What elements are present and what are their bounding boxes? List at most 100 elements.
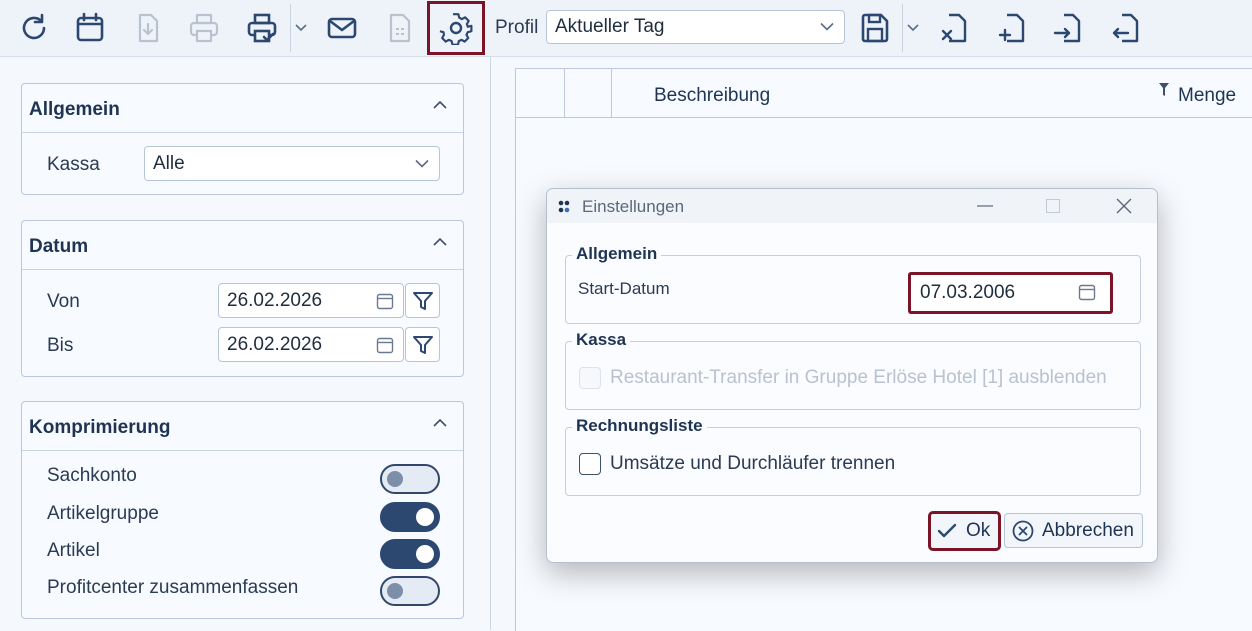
save-button[interactable] bbox=[850, 3, 900, 53]
bis-date-input[interactable]: 26.02.2026 bbox=[218, 327, 404, 362]
export-xls-icon bbox=[941, 13, 967, 43]
ok-button[interactable]: Ok bbox=[928, 511, 1001, 551]
download-icon bbox=[138, 13, 159, 43]
calendar-icon[interactable] bbox=[376, 292, 394, 310]
profil-label: Profil bbox=[495, 17, 539, 38]
print-preview-button[interactable] bbox=[237, 3, 287, 53]
sachkonto-label: Sachkonto bbox=[47, 465, 137, 486]
umsaetze-checkbox[interactable] bbox=[579, 453, 601, 475]
chevron-up-icon[interactable] bbox=[433, 237, 447, 246]
column-separator bbox=[611, 69, 612, 117]
umsaetze-label: Umsätze und Durchläufer trennen bbox=[610, 453, 896, 474]
calendar-button[interactable] bbox=[65, 3, 115, 53]
calendar-icon[interactable] bbox=[1078, 283, 1096, 301]
group-datum: Datum Von 26.02.2026 Bis 26.02.2026 bbox=[21, 220, 464, 377]
column-separator bbox=[564, 69, 565, 117]
print-preview-icon bbox=[247, 13, 277, 43]
filter-icon bbox=[412, 291, 433, 310]
toolbar-separator bbox=[902, 4, 903, 52]
close-button[interactable] bbox=[1104, 193, 1144, 219]
print-button[interactable] bbox=[179, 3, 229, 53]
fieldset-kassa: Kassa Restaurant-Transfer in Gruppe Erlö… bbox=[565, 330, 1141, 410]
dialog-titlebar[interactable]: Einstellungen bbox=[547, 189, 1157, 223]
mail-button[interactable] bbox=[317, 3, 367, 53]
settings-button[interactable] bbox=[427, 1, 485, 55]
von-date-input[interactable]: 26.02.2026 bbox=[218, 283, 404, 318]
chevron-down-icon bbox=[295, 24, 307, 32]
bis-filter-button[interactable] bbox=[405, 327, 440, 362]
group-header[interactable]: Komprimierung bbox=[22, 402, 463, 451]
cancel-button[interactable]: Abbrechen bbox=[1004, 513, 1143, 548]
toolbar-separator bbox=[290, 4, 291, 52]
grid-header: Beschreibung Menge bbox=[516, 69, 1252, 118]
minimize-button[interactable] bbox=[965, 193, 1005, 219]
add-document-icon bbox=[998, 13, 1025, 43]
chevron-up-icon[interactable] bbox=[433, 100, 447, 109]
export-button[interactable] bbox=[1100, 3, 1150, 53]
add-document-button[interactable] bbox=[987, 3, 1037, 53]
von-date-value: 26.02.2026 bbox=[227, 289, 323, 311]
sachkonto-toggle[interactable] bbox=[380, 464, 440, 494]
von-label: Von bbox=[47, 291, 80, 312]
group-header[interactable]: Allgemein bbox=[22, 84, 463, 133]
chevron-down-icon bbox=[907, 24, 919, 32]
restaurant-transfer-checkbox[interactable] bbox=[579, 367, 601, 389]
cancel-label: Abbrechen bbox=[1042, 519, 1134, 541]
kassa-label: Kassa bbox=[47, 154, 100, 175]
fieldset-allgemein: Allgemein Start-Datum 07.03.2006 bbox=[565, 244, 1141, 324]
app-logo-icon bbox=[558, 200, 570, 213]
export-xls-button[interactable] bbox=[929, 3, 979, 53]
document-button[interactable] bbox=[375, 3, 425, 53]
print-dropdown-caret[interactable] bbox=[294, 18, 308, 38]
settings-dialog: Einstellungen Allgemein Start-Datum 07.0… bbox=[546, 188, 1158, 563]
profil-select-value: Aktueller Tag bbox=[555, 16, 665, 37]
refresh-button[interactable] bbox=[9, 3, 59, 53]
close-icon bbox=[1116, 198, 1132, 214]
bis-label: Bis bbox=[47, 335, 74, 356]
maximize-button[interactable] bbox=[1033, 193, 1073, 219]
group-komprimierung: Komprimierung Sachkonto Artikelgruppe Ar… bbox=[21, 401, 464, 619]
mail-icon bbox=[327, 17, 357, 39]
start-datum-input[interactable]: 07.03.2006 bbox=[908, 272, 1113, 314]
group-allgemein: Allgemein Kassa Alle bbox=[21, 83, 464, 195]
filter-icon[interactable] bbox=[1158, 82, 1170, 98]
group-title: Komprimierung bbox=[29, 417, 171, 438]
filter-icon bbox=[412, 335, 433, 354]
artikel-label: Artikel bbox=[47, 540, 100, 561]
chevron-up-icon[interactable] bbox=[433, 418, 447, 427]
save-icon bbox=[861, 13, 889, 43]
import-icon bbox=[1053, 13, 1081, 43]
import-button[interactable] bbox=[1043, 3, 1093, 53]
kassa-select[interactable]: Alle bbox=[144, 146, 440, 181]
artikel-toggle[interactable] bbox=[380, 539, 440, 569]
fieldset-legend: Kassa bbox=[572, 330, 631, 350]
artikelgruppe-toggle[interactable] bbox=[380, 502, 440, 532]
maximize-icon bbox=[1046, 199, 1060, 213]
artikelgruppe-label: Artikelgruppe bbox=[47, 503, 159, 524]
fieldset-legend: Allgemein bbox=[572, 244, 662, 264]
column-header-beschreibung[interactable]: Beschreibung bbox=[654, 85, 770, 107]
kassa-select-value: Alle bbox=[153, 152, 185, 174]
chevron-down-icon bbox=[820, 22, 834, 31]
fieldset-legend: Rechnungsliste bbox=[572, 416, 707, 436]
print-icon bbox=[189, 13, 219, 43]
ok-label: Ok bbox=[966, 520, 991, 541]
minimize-icon bbox=[977, 205, 993, 207]
profitcenter-label: Profitcenter zusammenfassen bbox=[47, 577, 299, 598]
export-icon bbox=[1112, 13, 1139, 43]
calendar-icon bbox=[76, 12, 104, 42]
save-dropdown-caret[interactable] bbox=[906, 18, 920, 38]
profil-select[interactable]: Aktueller Tag bbox=[546, 10, 845, 44]
column-header-menge[interactable]: Menge bbox=[1178, 85, 1236, 107]
calendar-icon[interactable] bbox=[376, 336, 394, 354]
von-filter-button[interactable] bbox=[405, 283, 440, 318]
group-header[interactable]: Datum bbox=[22, 221, 463, 270]
fieldset-rechnungsliste: Rechnungsliste Umsätze und Durchläufer t… bbox=[565, 416, 1141, 496]
refresh-icon bbox=[22, 13, 46, 40]
chevron-down-icon bbox=[415, 159, 429, 168]
group-title: Datum bbox=[29, 236, 89, 257]
cancel-icon bbox=[1012, 520, 1034, 541]
profitcenter-toggle[interactable] bbox=[380, 576, 440, 606]
document-icon bbox=[389, 13, 411, 43]
download-button[interactable] bbox=[123, 3, 173, 53]
